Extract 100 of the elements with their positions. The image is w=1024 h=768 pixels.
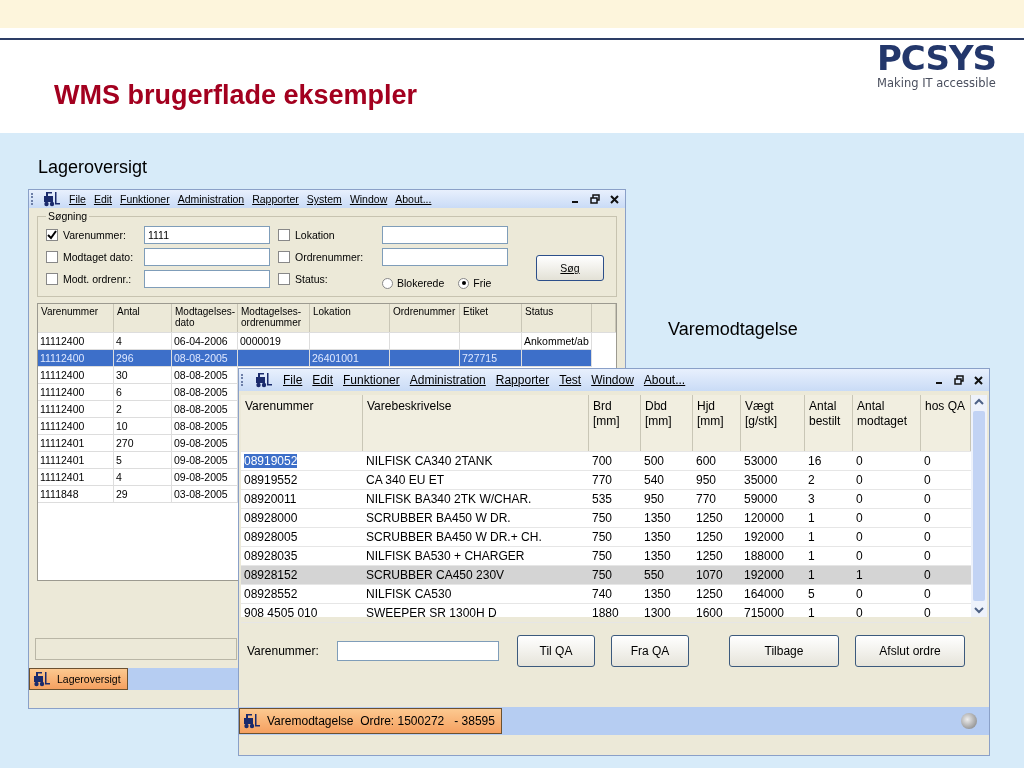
table-row[interactable]: 11112400 10 08-08-2005 [38,418,238,435]
table-cell: 0 [924,587,931,601]
menu-item[interactable]: File [69,193,86,205]
table-row[interactable]: 11112400 30 08-08-2005 [38,367,238,384]
menu-item[interactable]: Edit [312,373,334,387]
table-cell: 08-08-2005 [174,369,228,381]
scroll-up-icon[interactable] [974,398,984,406]
restore-icon[interactable] [954,375,964,385]
menu-item[interactable]: Rapporter [252,193,299,205]
table-cell: 16 [808,454,822,468]
table-row[interactable]: 908 4505 010 SWEEPER SR 1300H D 1880 1300 1600 715000 1 0 0 [241,604,971,623]
menu-item[interactable]: About... [395,193,432,205]
table-row[interactable]: 11112400 2 08-08-2005 [38,401,238,418]
checkbox[interactable] [278,229,290,241]
column-header[interactable]: Modtagelses-ordrenummer [238,304,310,332]
action-button[interactable]: Til QA [517,635,595,667]
menu-item[interactable]: About... [643,373,686,387]
menu-item[interactable]: Rapporter [495,373,550,387]
scroll-down-icon[interactable] [974,606,984,614]
action-button[interactable]: Afslut ordre [855,635,965,667]
table-cell: 08928552 [244,587,298,601]
action-button[interactable]: Tilbage [729,635,839,667]
taskbar-button[interactable]: Lageroversigt [29,668,128,690]
table-cell: 1600 [696,606,723,620]
input-field[interactable]: 1111 [144,226,270,244]
column-header[interactable]: Ordrenummer [390,304,460,332]
column-header[interactable]: Modtagelses-dato [172,304,238,332]
table-cell: 08919052 [244,454,298,468]
close-icon[interactable] [974,375,983,385]
menu-item[interactable]: Window [591,373,634,387]
table-cell: 550 [644,568,665,582]
menu-item[interactable]: Funktioner [343,373,400,387]
input-field[interactable] [144,248,270,266]
input-field[interactable] [382,226,508,244]
table-cell: 6 [116,386,122,398]
table-row[interactable]: 11112401 270 09-08-2005 [38,435,238,452]
table-cell: 08919552 [244,473,298,487]
column-header[interactable]: Etiket [460,304,522,332]
column-header[interactable]: Dbd [mm] [641,395,693,451]
table-row[interactable]: 08920011 NILFISK BA340 2TK W/CHAR. 535 950 770 59000 3 0 0 [241,490,971,509]
field-label: Modtaget dato: [63,251,134,263]
action-button[interactable]: Fra QA [611,635,689,667]
menu-item[interactable]: Administration [409,373,486,387]
column-header[interactable]: Antal modtaget [853,395,921,451]
table-cell: 1 [808,568,815,582]
table-cell: 1 [808,511,815,525]
input-field[interactable] [382,248,508,266]
column-header[interactable]: Varebeskrivelse [363,395,589,451]
search-button[interactable]: Søg [536,255,604,281]
close-icon[interactable] [610,194,619,204]
restore-icon[interactable] [590,194,600,204]
table-cell: 0 [924,473,931,487]
column-header[interactable]: Status [522,304,592,332]
table-row[interactable]: 11112400 6 08-08-2005 [38,384,238,401]
logo-tagline: Making IT accessible [877,76,996,90]
table-row[interactable]: 08919552 CA 340 EU ET 770 540 950 35000 2 0 0 [241,471,971,490]
table-cell: 29 [116,488,128,500]
table-row[interactable]: 11112401 4 09-08-2005 [38,469,238,486]
table-row[interactable]: 1111848 29 03-08-2005 [38,486,238,503]
column-header[interactable]: Antal bestilt [805,395,853,451]
input-field[interactable] [144,270,270,288]
table-cell: NILFISK CA530 [366,587,452,601]
column-header[interactable]: Vægt [g/stk] [741,395,805,451]
checkbox[interactable] [46,229,58,241]
menu-item[interactable]: System [306,193,342,205]
table-row[interactable]: 08928005 SCRUBBER BA450 W DR.+ CH. 750 1350 1250 192000 1 0 0 [241,528,971,547]
table-cell: SCRUBBER BA450 W DR. [366,511,511,525]
slide-title: WMS brugerflade eksempler [54,80,418,111]
radio-button[interactable] [458,277,470,289]
table-cell: SCRUBBER CA450 230V [366,568,505,582]
checkbox[interactable] [278,251,290,263]
taskbar-button[interactable]: Varemodtagelse Ordre: 1500272 - 38595 [239,708,502,734]
table-row[interactable]: 08928152 SCRUBBER CA450 230V 750 550 1070 192000 1 1 0 [241,566,971,585]
column-header[interactable]: Lokation [310,304,390,332]
scrollbar[interactable] [971,395,987,617]
checkbox[interactable] [278,273,290,285]
menu-item[interactable]: Edit [93,193,112,205]
menu-item[interactable]: Administration [177,193,245,205]
radio-button[interactable] [382,277,393,289]
menu-item[interactable]: Window [349,193,388,205]
table-row[interactable]: 08928000 SCRUBBER BA450 W DR. 750 1350 1250 120000 1 0 0 [241,509,971,528]
table-row[interactable]: 08919052 NILFISK CA340 2TANK 700 500 600 53000 16 0 0 [241,452,971,471]
table-cell: 1111848 [40,488,79,500]
column-header[interactable]: Antal [114,304,172,332]
column-header[interactable]: Varenummer [241,395,363,451]
column-header[interactable]: Brd [mm] [589,395,641,451]
column-header[interactable]: Hjd [mm] [693,395,741,451]
checkbox[interactable] [46,251,58,263]
table-row[interactable]: 11112401 5 09-08-2005 [38,452,238,469]
menu-item[interactable]: Funktioner [120,193,170,205]
menu-item[interactable]: Test [559,373,582,387]
input-field[interactable] [337,641,499,661]
table-cell: 11112400 [40,386,85,398]
table-row[interactable]: 11112400 296 08-08-2005 26401001 727715 [38,350,592,367]
checkbox[interactable] [46,273,58,285]
menu-item[interactable]: File [283,373,303,387]
table-row[interactable]: 08928552 NILFISK CA530 740 1350 1250 164000 5 0 0 [241,585,971,604]
column-header[interactable]: Varenummer [38,304,114,332]
table-cell: 08928035 [244,549,298,563]
table-cell: 750 [592,549,613,563]
